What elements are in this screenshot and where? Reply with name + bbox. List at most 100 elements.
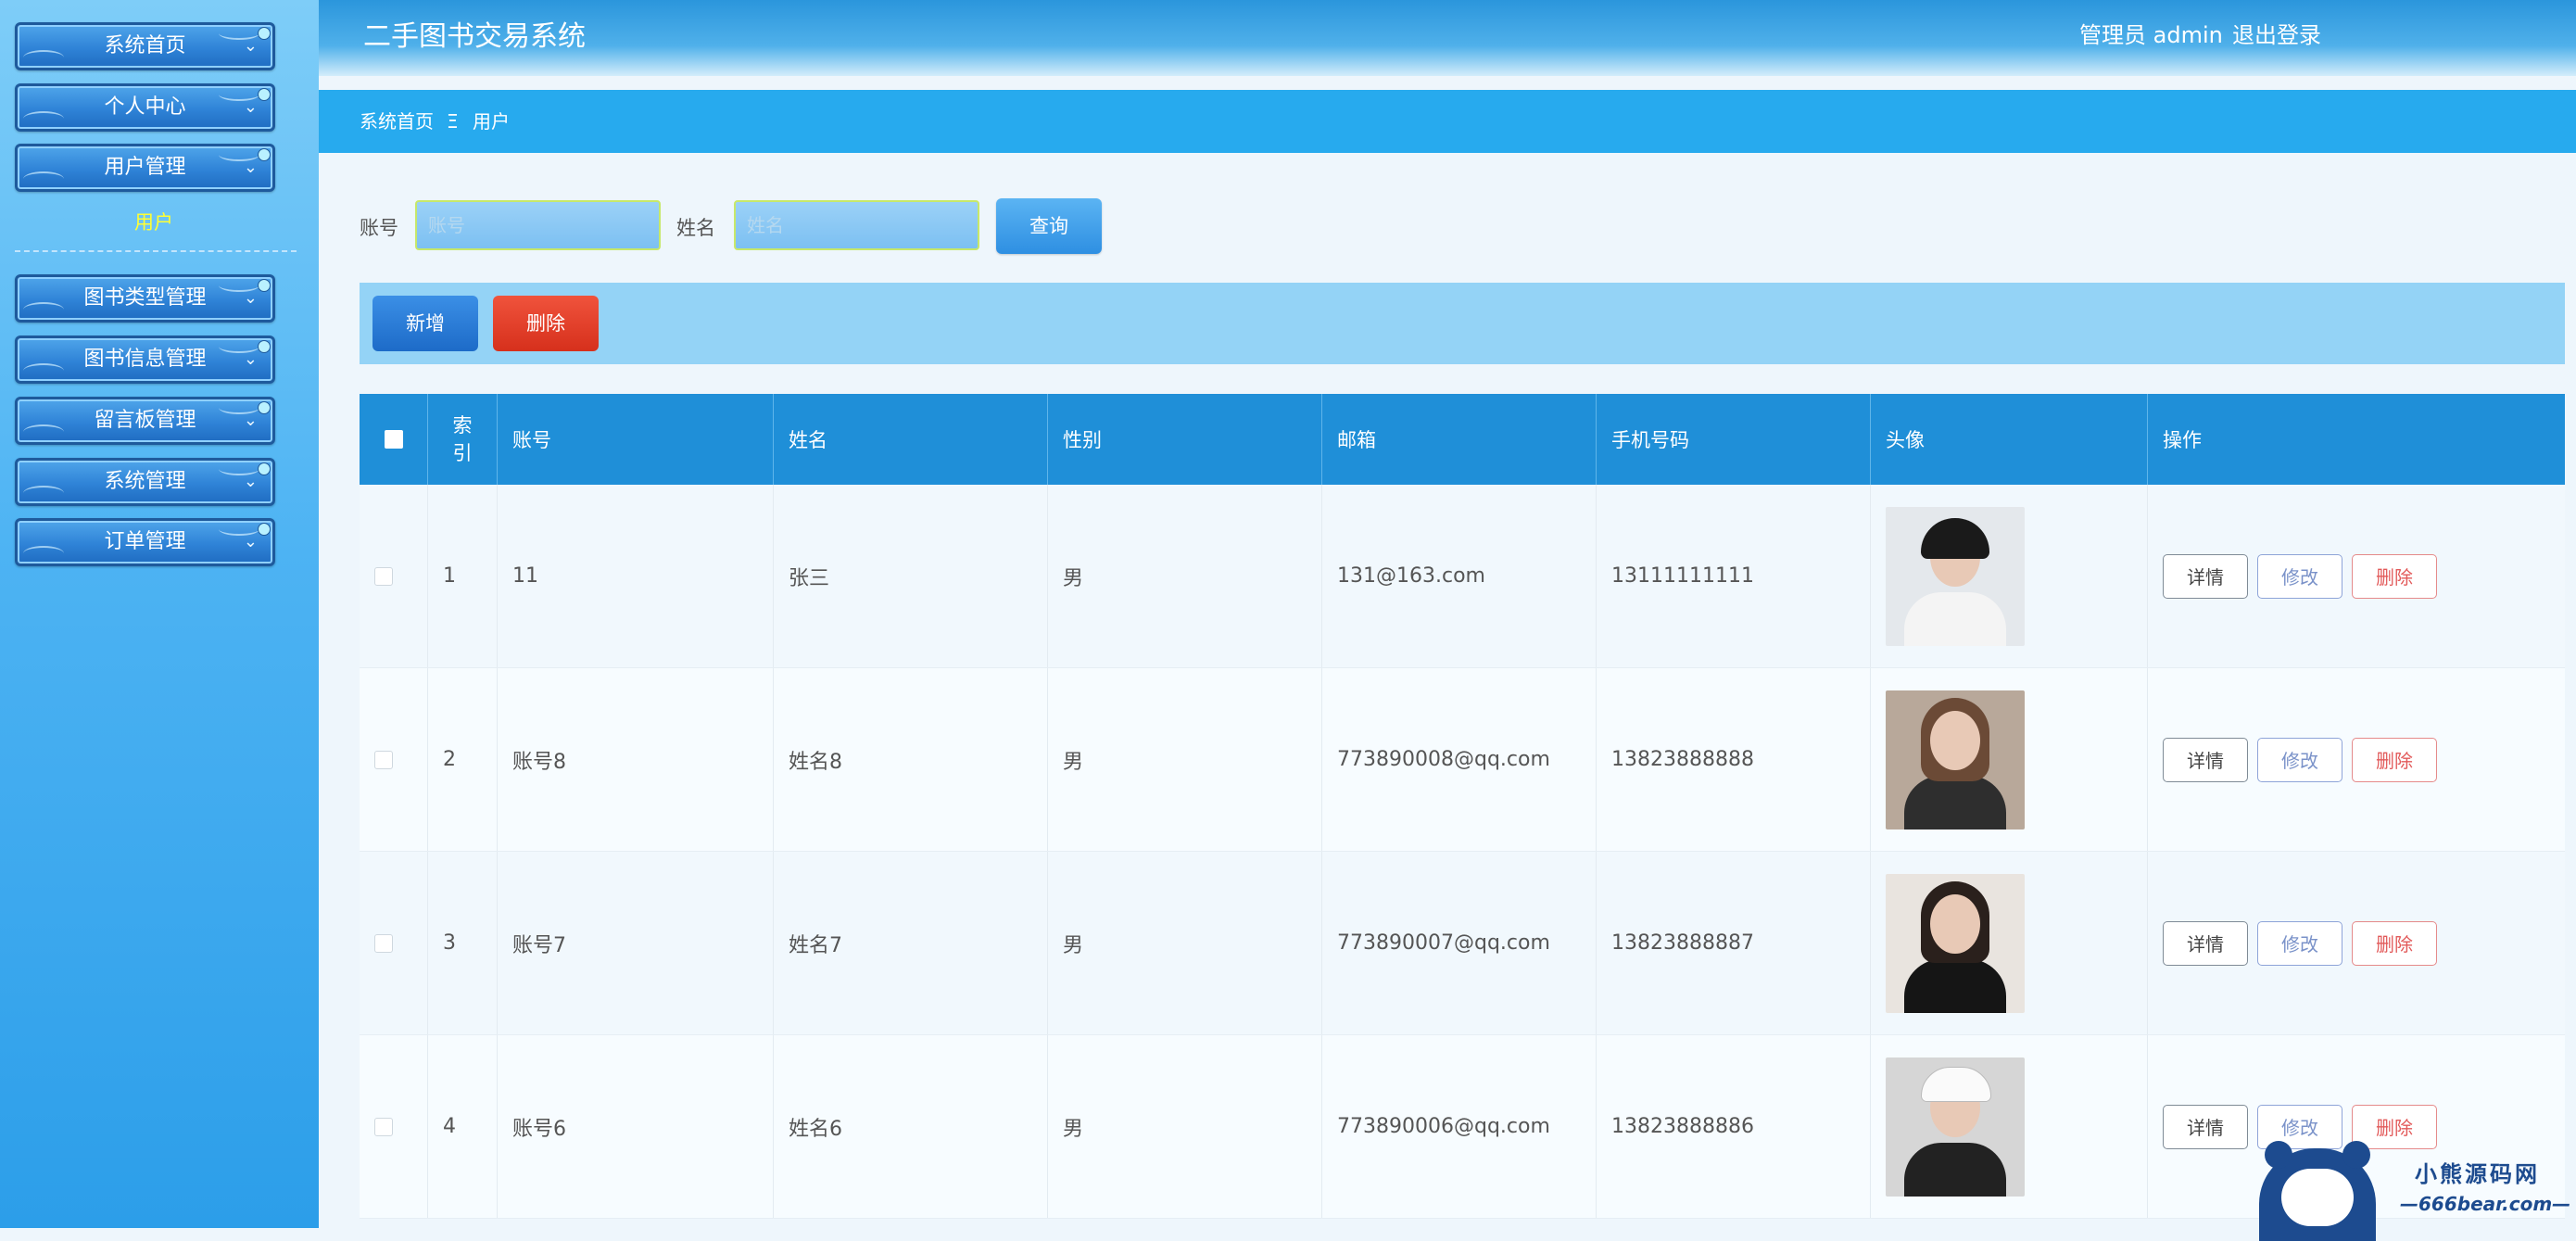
sidebar-item-label: 个人中心 <box>104 95 186 119</box>
app-title: 二手图书交易系统 <box>363 20 586 53</box>
select-all-checkbox[interactable] <box>384 430 403 449</box>
cell-name: 姓名6 <box>774 1035 1048 1218</box>
swirl-ornament-icon <box>23 546 64 561</box>
bear-ear <box>2342 1141 2370 1169</box>
swirl-ornament-icon <box>23 50 64 65</box>
gem-icon <box>258 27 271 40</box>
header-phone: 手机号码 <box>1597 394 1871 485</box>
sidebar-item-label: 系统管理 <box>104 470 186 493</box>
breadcrumb-separator-icon: Ξ <box>447 110 459 133</box>
row-select-cell <box>360 668 428 851</box>
cell-account: 账号7 <box>498 852 774 1034</box>
swirl-ornament-icon <box>23 486 64 500</box>
row-checkbox[interactable] <box>374 566 393 586</box>
row-delete-button[interactable]: 删除 <box>2352 553 2437 599</box>
sidebar-item-home[interactable]: ⌄ 系统首页 <box>15 22 275 70</box>
batch-delete-button[interactable]: 删除 <box>493 296 599 351</box>
row-delete-button[interactable]: 删除 <box>2352 920 2437 966</box>
cell-avatar <box>1871 668 2148 851</box>
sidebar-item-book-info[interactable]: ⌄ 图书信息管理 <box>15 336 275 384</box>
watermark-url: —666bear.com— <box>2400 1193 2571 1215</box>
avatar-body <box>1904 958 2006 1013</box>
cell-email: 773890007@qq.com <box>1322 852 1597 1034</box>
avatar-photo <box>1886 873 2025 1013</box>
swirl-ornament-icon <box>23 171 64 186</box>
avatar-body <box>1904 591 2006 646</box>
chevron-down-icon: ⌄ <box>243 36 258 56</box>
detail-button[interactable]: 详情 <box>2163 553 2248 599</box>
cell-email: 773890008@qq.com <box>1322 668 1597 851</box>
header-avatar: 头像 <box>1871 394 2148 485</box>
submenu-divider <box>15 250 297 252</box>
avatar-photo <box>1886 506 2025 646</box>
row-checkbox[interactable] <box>374 933 393 953</box>
watermark-title: 小熊源码网 <box>2415 1161 2540 1187</box>
detail-button[interactable]: 详情 <box>2163 920 2248 966</box>
row-delete-button[interactable]: 删除 <box>2352 737 2437 782</box>
sidebar-item-system[interactable]: ⌄ 系统管理 <box>15 458 275 506</box>
gem-icon <box>258 523 271 536</box>
admin-label: 管理员 admin <box>2079 22 2223 48</box>
cell-avatar <box>1871 485 2148 667</box>
chevron-down-icon: ⌄ <box>243 532 258 551</box>
sidebar-item-orders[interactable]: ⌄ 订单管理 <box>15 518 275 566</box>
cell-phone: 13823888886 <box>1597 1035 1871 1218</box>
cell-index: 4 <box>428 1035 498 1218</box>
cell-gender: 男 <box>1048 668 1322 851</box>
header-ops: 操作 <box>2163 429 2202 451</box>
sidebar-item-label: 图书信息管理 <box>83 348 207 371</box>
cell-account: 11 <box>498 485 774 667</box>
swirl-ornament-icon <box>23 363 64 378</box>
cell-ops: 详情 修改 删除 <box>2148 485 2565 667</box>
row-select-cell <box>360 1035 428 1218</box>
chevron-down-icon: ⌄ <box>243 158 258 177</box>
cell-index: 3 <box>428 852 498 1034</box>
cell-name: 姓名7 <box>774 852 1048 1034</box>
cell-phone: 13823888888 <box>1597 668 1871 851</box>
breadcrumb-home[interactable]: 系统首页 <box>360 90 434 153</box>
name-label: 姓名 <box>676 217 715 239</box>
avatar-hair <box>1921 517 1989 559</box>
header-index-line1: 索 <box>452 414 473 437</box>
detail-button[interactable]: 详情 <box>2163 737 2248 782</box>
submenu-item-user[interactable]: 用户 <box>15 208 293 235</box>
avatar-photo <box>1886 1057 2025 1197</box>
bear-face <box>2281 1169 2354 1226</box>
user-table: 索 引 账号 姓名 性别 邮箱 手机号码 头像 操作 1 11 张三 男 131… <box>360 394 2565 1219</box>
gem-icon <box>258 148 271 161</box>
cell-ops: 详情 修改 删除 <box>2148 668 2565 851</box>
sidebar-item-profile[interactable]: ⌄ 个人中心 <box>15 83 275 132</box>
name-search-input[interactable] <box>734 200 979 250</box>
avatar-cap <box>1921 1066 1991 1102</box>
edit-button[interactable]: 修改 <box>2257 920 2342 966</box>
sidebar-item-label: 用户管理 <box>104 156 186 179</box>
avatar-body <box>1904 775 2006 829</box>
sidebar-item-message-board[interactable]: ⌄ 留言板管理 <box>15 397 275 445</box>
edit-button[interactable]: 修改 <box>2257 553 2342 599</box>
edit-button[interactable]: 修改 <box>2257 737 2342 782</box>
cell-index: 2 <box>428 668 498 851</box>
cell-email: 773890006@qq.com <box>1322 1035 1597 1218</box>
cell-avatar <box>1871 852 2148 1034</box>
swirl-ornament-icon <box>23 424 64 439</box>
watermark: 小熊源码网 —666bear.com— <box>2224 1135 2576 1241</box>
add-button[interactable]: 新增 <box>373 296 478 351</box>
cell-account: 账号6 <box>498 1035 774 1218</box>
account-search-input[interactable] <box>415 200 661 250</box>
table-header: 索 引 账号 姓名 性别 邮箱 手机号码 头像 操作 <box>360 394 2565 485</box>
avatar-head <box>1930 710 1980 770</box>
table-row: 2 账号8 姓名8 男 773890008@qq.com 13823888888… <box>360 668 2565 852</box>
cell-avatar <box>1871 1035 2148 1218</box>
chevron-down-icon: ⌄ <box>243 349 258 369</box>
logout-link[interactable]: 退出登录 <box>2232 17 2321 49</box>
swirl-ornament-icon <box>23 111 64 126</box>
row-checkbox[interactable] <box>374 1117 393 1136</box>
sidebar-item-users[interactable]: ⌄ 用户管理 <box>15 144 275 192</box>
sidebar-item-book-types[interactable]: ⌄ 图书类型管理 <box>15 274 275 323</box>
gem-icon <box>258 340 271 353</box>
query-button[interactable]: 查询 <box>996 198 1102 254</box>
chevron-down-icon: ⌄ <box>243 411 258 430</box>
gem-icon <box>258 462 271 475</box>
avatar-photo <box>1886 690 2025 829</box>
row-checkbox[interactable] <box>374 750 393 769</box>
